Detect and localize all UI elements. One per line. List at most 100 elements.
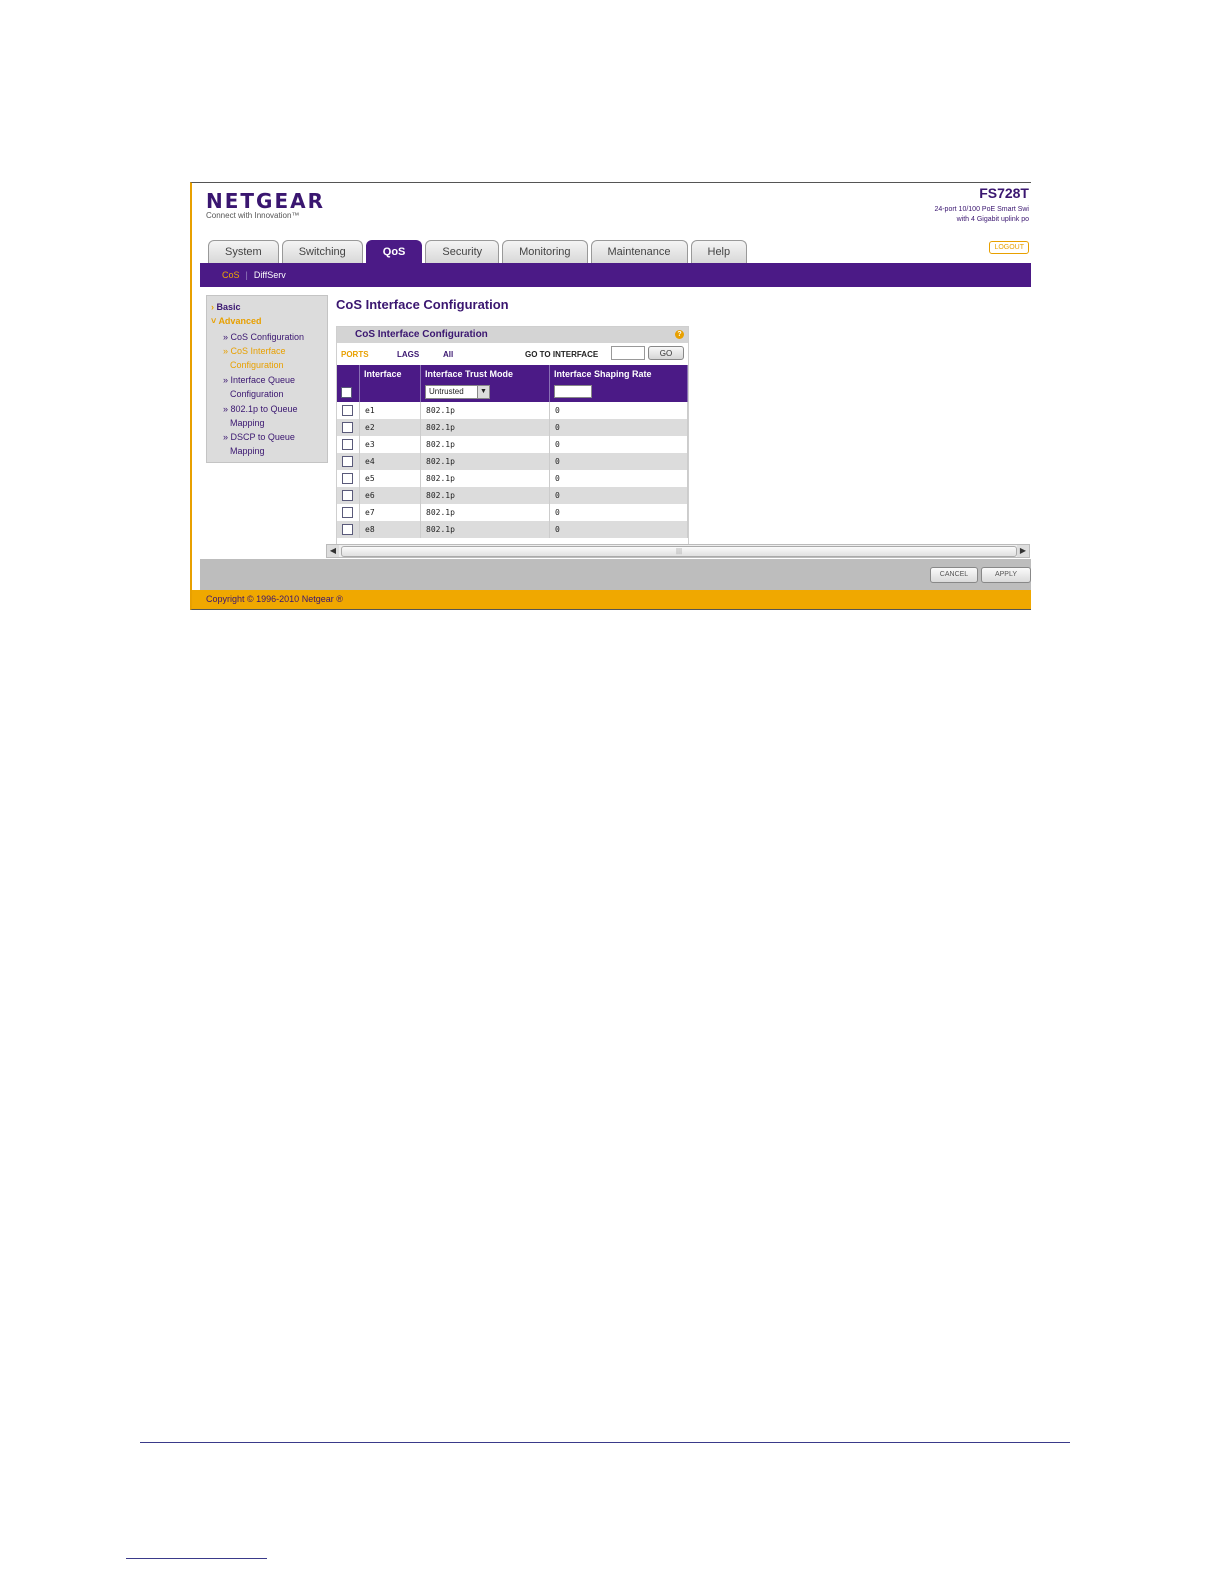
table-row[interactable]: e8 802.1p 0	[337, 521, 688, 538]
col-shaping-rate: Interface Shaping Rate	[549, 365, 688, 382]
help-icon[interactable]: ?	[675, 330, 684, 339]
scrollbar-thumb[interactable]: |||	[341, 546, 1017, 557]
tab-system[interactable]: System	[208, 240, 279, 263]
table-row[interactable]: e1 802.1p 0	[337, 402, 688, 419]
row-checkbox[interactable]	[342, 524, 353, 535]
edit-trust-cell: Untrusted ▼	[420, 382, 550, 402]
row-trust-mode: 802.1p	[420, 453, 550, 470]
subnav-cos[interactable]: CoS	[222, 270, 240, 280]
select-all-cell	[337, 382, 360, 402]
tab-maintenance[interactable]: Maintenance	[590, 240, 688, 263]
shaping-rate-input[interactable]	[554, 384, 592, 398]
select-all-checkbox[interactable]	[341, 386, 352, 398]
row-checkbox[interactable]	[342, 490, 353, 501]
row-checkbox[interactable]	[342, 507, 353, 518]
row-shaping-rate: 0	[549, 521, 688, 538]
filter-lags[interactable]: LAGS	[397, 350, 419, 359]
sidebar-advanced-wrap[interactable]: ˅ Advanced	[211, 316, 261, 326]
row-checkbox[interactable]	[342, 456, 353, 467]
row-shaping-rate: 0	[549, 402, 688, 419]
row-select-cell	[337, 470, 360, 487]
scroll-left-icon[interactable]: ◀	[327, 545, 339, 557]
sidebar-advanced: Advanced	[218, 316, 262, 326]
filter-bar: PORTS LAGS All GO TO INTERFACE GO	[337, 343, 688, 365]
goto-interface-input[interactable]	[611, 346, 645, 360]
sidebar-iq-line2: Configuration	[230, 389, 284, 399]
tab-qos[interactable]: QoS	[365, 240, 423, 263]
filter-all[interactable]: All	[443, 350, 453, 359]
edit-interface-cell	[359, 382, 421, 402]
row-shaping-rate: 0	[549, 487, 688, 504]
table-row[interactable]: e6 802.1p 0	[337, 487, 688, 504]
col-trust-mode: Interface Trust Mode	[420, 365, 550, 382]
row-interface: e5	[359, 470, 421, 487]
model-desc-2: with 4 Gigabit uplink po	[956, 216, 1029, 223]
sub-navigation: CoS | DiffServ	[200, 263, 1031, 287]
cos-interface-panel: CoS Interface Configuration ? PORTS LAGS…	[336, 326, 689, 546]
row-checkbox[interactable]	[342, 473, 353, 484]
model-info: FS728T 24-port 10/100 PoE Smart Swi with…	[934, 185, 1029, 225]
row-checkbox[interactable]	[342, 405, 353, 416]
footnote-divider	[126, 1558, 267, 1559]
trust-mode-value: Untrusted	[429, 387, 464, 396]
row-interface: e6	[359, 487, 421, 504]
model-name: FS728T	[979, 185, 1029, 201]
table-row[interactable]: e5 802.1p 0	[337, 470, 688, 487]
row-select-cell	[337, 402, 360, 419]
row-select-cell	[337, 436, 360, 453]
sidebar-cos-configuration[interactable]: » CoS Configuration	[223, 330, 325, 344]
row-shaping-rate: 0	[549, 470, 688, 487]
row-checkbox[interactable]	[342, 439, 353, 450]
row-interface: e4	[359, 453, 421, 470]
row-trust-mode: 802.1p	[420, 402, 550, 419]
page-title: CoS Interface Configuration	[336, 297, 509, 312]
edit-rate-cell	[549, 382, 688, 402]
filter-ports[interactable]: PORTS	[341, 350, 369, 359]
sidebar-cos-interface-line1: » CoS Interface	[223, 346, 286, 356]
tab-monitoring[interactable]: Monitoring	[502, 240, 588, 263]
row-select-cell	[337, 487, 360, 504]
main-tabs: System Switching QoS Security Monitoring…	[208, 240, 748, 263]
tab-help[interactable]: Help	[690, 240, 748, 263]
row-shaping-rate: 0	[549, 504, 688, 521]
chevron-right-icon: ›	[211, 302, 214, 312]
table-row[interactable]: e3 802.1p 0	[337, 436, 688, 453]
row-trust-mode: 802.1p	[420, 487, 550, 504]
table-row[interactable]: e7 802.1p 0	[337, 504, 688, 521]
trust-mode-select[interactable]: Untrusted ▼	[425, 385, 490, 399]
row-interface: e1	[359, 402, 421, 419]
goto-interface-label: GO TO INTERFACE	[525, 350, 599, 359]
row-interface: e2	[359, 419, 421, 436]
table-row[interactable]: e4 802.1p 0	[337, 453, 688, 470]
row-shaping-rate: 0	[549, 453, 688, 470]
page-divider	[140, 1442, 1070, 1443]
cancel-button[interactable]: CANCEL	[930, 567, 978, 583]
table-row[interactable]: e2 802.1p 0	[337, 419, 688, 436]
select-all-header	[337, 365, 360, 382]
row-interface: e7	[359, 504, 421, 521]
table-header-row: Interface Interface Trust Mode Interface…	[337, 365, 688, 382]
sidebar-interface-queue-configuration[interactable]: » Interface Queue Configuration	[223, 373, 325, 401]
screenshot-window: NETGEAR Connect with Innovation™ FS728T …	[190, 182, 1031, 610]
sidebar-basic: Basic	[216, 302, 241, 312]
scroll-right-icon[interactable]: ▶	[1017, 545, 1029, 557]
col-interface: Interface	[359, 365, 421, 382]
apply-button[interactable]: APPLY	[981, 567, 1031, 583]
logout-button[interactable]: LOGOUT	[989, 241, 1029, 254]
copyright-bar: Copyright © 1996-2010 Netgear ®	[192, 590, 1031, 609]
panel-header: CoS Interface Configuration ?	[337, 327, 688, 343]
subnav-diffserv[interactable]: DiffServ	[254, 270, 286, 280]
row-select-cell	[337, 419, 360, 436]
tab-switching[interactable]: Switching	[281, 240, 363, 263]
horizontal-scrollbar[interactable]: ◀ ||| ▶	[326, 544, 1030, 558]
row-checkbox[interactable]	[342, 422, 353, 433]
row-trust-mode: 802.1p	[420, 504, 550, 521]
sidebar-basic-wrap[interactable]: › Basic	[211, 302, 241, 312]
sidebar-cos-interface-configuration[interactable]: » CoS Interface Configuration	[223, 344, 325, 372]
sidebar-dscp-to-queue[interactable]: » DSCP to Queue Mapping	[223, 430, 325, 458]
go-button[interactable]: GO	[648, 346, 684, 360]
sidebar-cos-interface-line2: Configuration	[230, 360, 284, 370]
tab-security[interactable]: Security	[425, 240, 500, 263]
sidebar-dot1p-to-queue[interactable]: » 802.1p to Queue Mapping	[223, 402, 325, 430]
row-shaping-rate: 0	[549, 436, 688, 453]
